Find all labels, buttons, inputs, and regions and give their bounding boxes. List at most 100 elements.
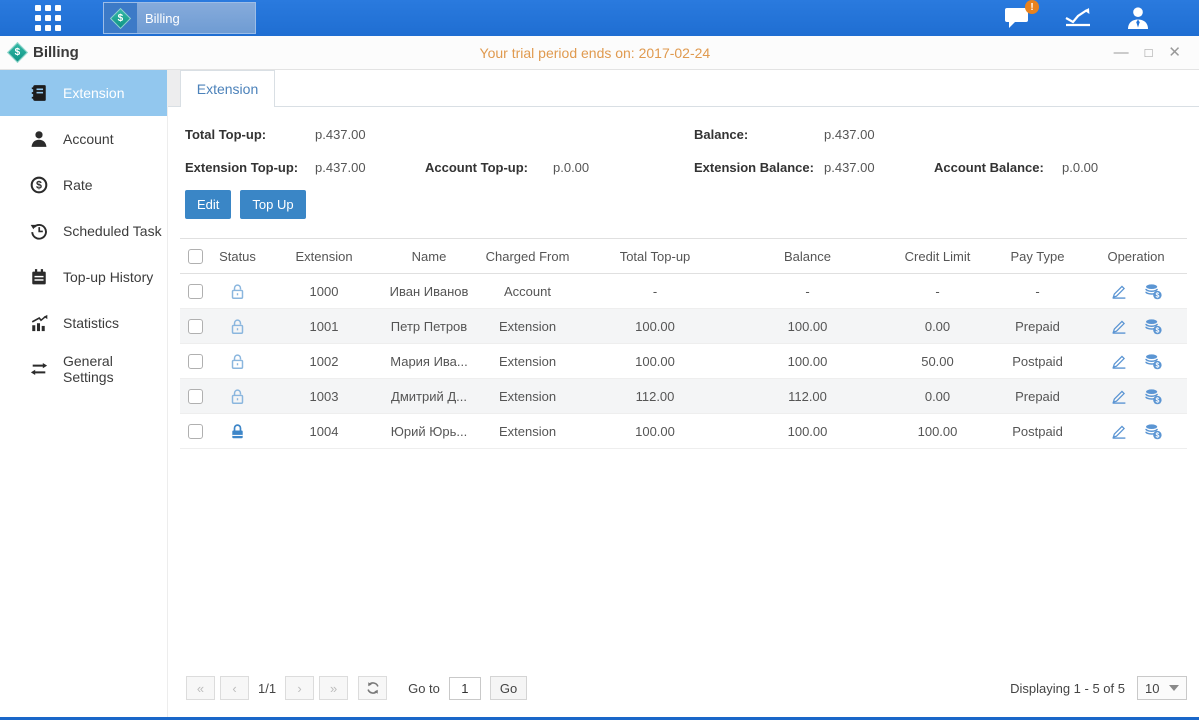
credit-limit-cell: 50.00 [885, 344, 990, 379]
minimize-button[interactable]: — [1114, 45, 1129, 60]
close-button[interactable]: ✕ [1168, 45, 1181, 60]
table-row: 1003 Дмитрий Д... Extension 112.00 112.0… [180, 379, 1187, 414]
name-cell: Дмитрий Д... [383, 379, 475, 414]
lock-open-icon [229, 283, 246, 300]
title-bar: $ Billing Your trial period ends on: 201… [0, 36, 1199, 70]
account-person-icon [30, 130, 48, 148]
edit-pencil-icon[interactable] [1110, 318, 1128, 335]
top-up-coins-icon[interactable]: $ [1144, 353, 1162, 370]
top-up-button[interactable]: Top Up [240, 190, 305, 219]
name-cell: Мария Ива... [383, 344, 475, 379]
go-button[interactable]: Go [490, 676, 527, 700]
edit-pencil-icon[interactable] [1110, 353, 1128, 370]
sidebar-item-label: General Settings [63, 353, 167, 385]
row-checkbox[interactable] [188, 389, 203, 404]
pay-type-cell: Prepaid [990, 379, 1085, 414]
charged-from-cell: Extension [475, 379, 580, 414]
col-credit-limit: Credit Limit [885, 239, 990, 274]
sidebar-item-scheduled-task[interactable]: Scheduled Task [0, 208, 167, 254]
total-topup-cell: 100.00 [580, 309, 730, 344]
credit-limit-cell: 0.00 [885, 309, 990, 344]
edit-pencil-icon[interactable] [1110, 388, 1128, 405]
top-up-coins-icon[interactable]: $ [1144, 423, 1162, 440]
tab-extension[interactable]: Extension [180, 70, 275, 107]
topup-history-notepad-icon [30, 268, 48, 286]
table-row: 1001 Петр Петров Extension 100.00 100.00… [180, 309, 1187, 344]
status-cell [210, 344, 265, 379]
tab-strip: Extension [168, 70, 1199, 107]
account-topup-label: Account Top-up: [425, 160, 553, 175]
first-page-button[interactable]: « [186, 676, 215, 700]
total-topup-cell: 100.00 [580, 344, 730, 379]
user-account-icon[interactable] [1125, 6, 1151, 30]
summary-panel: Total Top-up: p.437.00 Extension Top-up:… [168, 107, 1199, 175]
rate-dollar-icon: $ [30, 176, 48, 194]
balance-cell: 100.00 [730, 344, 885, 379]
taskbar-tab-label: Billing [145, 11, 180, 26]
sidebar-item-statistics[interactable]: Statistics [0, 300, 167, 346]
maximize-button[interactable]: □ [1145, 46, 1153, 59]
refresh-button[interactable] [358, 676, 387, 700]
edit-button[interactable]: Edit [185, 190, 231, 219]
last-page-button[interactable]: » [319, 676, 348, 700]
balance-cell: 100.00 [730, 414, 885, 449]
status-cell [210, 379, 265, 414]
top-up-coins-icon[interactable]: $ [1144, 318, 1162, 335]
total-topup-label: Total Top-up: [185, 127, 315, 142]
extension-topup-label: Extension Top-up: [185, 160, 315, 175]
row-checkbox[interactable] [188, 354, 203, 369]
table-row: 1000 Иван Иванов Account - - - - $ [180, 274, 1187, 309]
row-checkbox[interactable] [188, 319, 203, 334]
notifications-chat-icon[interactable]: ! [1004, 6, 1031, 30]
balance-value: p.437.00 [824, 127, 934, 142]
reports-chart-icon[interactable] [1064, 6, 1092, 30]
total-topup-value: p.437.00 [315, 127, 425, 142]
charged-from-cell: Account [475, 274, 580, 309]
extension-topup-value: p.437.00 [315, 160, 425, 175]
balance-label: Balance: [694, 127, 824, 142]
table-row: 1004 Юрий Юрь... Extension 100.00 100.00… [180, 414, 1187, 449]
app-title: Billing [33, 44, 79, 61]
row-checkbox[interactable] [188, 284, 203, 299]
row-checkbox[interactable] [188, 424, 203, 439]
table-row: 1002 Мария Ива... Extension 100.00 100.0… [180, 344, 1187, 379]
goto-page-input[interactable] [449, 677, 481, 700]
top-up-coins-icon[interactable]: $ [1144, 388, 1162, 405]
account-balance-label: Account Balance: [934, 160, 1062, 175]
lock-open-icon [229, 318, 246, 335]
taskbar-tab-billing[interactable]: $ Billing [103, 2, 256, 34]
sidebar-item-label: Rate [63, 177, 93, 193]
sidebar-item-topup-history[interactable]: Top-up History [0, 254, 167, 300]
prev-page-button[interactable]: ‹ [220, 676, 249, 700]
lock-closed-icon [229, 423, 246, 440]
extension-balance-label: Extension Balance: [694, 160, 824, 175]
table-header-row: Status Extension Name Charged From Total… [180, 239, 1187, 274]
edit-pencil-icon[interactable] [1110, 423, 1128, 440]
sidebar: Extension Account $ Rate [0, 70, 168, 717]
scheduled-task-clock-icon [30, 222, 48, 240]
col-extension: Extension [265, 239, 383, 274]
pay-type-cell: - [990, 274, 1085, 309]
sidebar-item-general-settings[interactable]: General Settings [0, 346, 167, 392]
name-cell: Петр Петров [383, 309, 475, 344]
general-settings-arrows-icon [30, 360, 48, 378]
top-up-coins-icon[interactable]: $ [1144, 283, 1162, 300]
extension-cell: 1003 [265, 379, 383, 414]
apps-grid-icon[interactable] [35, 5, 61, 31]
page-size-select[interactable]: 10 [1137, 676, 1187, 700]
next-page-button[interactable]: › [285, 676, 314, 700]
sidebar-item-extension[interactable]: Extension [0, 70, 167, 116]
page-size-value: 10 [1145, 681, 1159, 696]
select-all-checkbox[interactable] [188, 249, 203, 264]
sidebar-item-account[interactable]: Account [0, 116, 167, 162]
sidebar-item-label: Extension [63, 85, 124, 101]
refresh-icon [366, 681, 380, 695]
account-topup-value: p.0.00 [553, 160, 694, 175]
tab-label: Extension [197, 81, 258, 97]
edit-pencil-icon[interactable] [1110, 283, 1128, 300]
col-name: Name [383, 239, 475, 274]
sidebar-item-rate[interactable]: $ Rate [0, 162, 167, 208]
pay-type-cell: Prepaid [990, 309, 1085, 344]
credit-limit-cell: - [885, 274, 990, 309]
billing-diamond-icon: $ [104, 3, 137, 33]
